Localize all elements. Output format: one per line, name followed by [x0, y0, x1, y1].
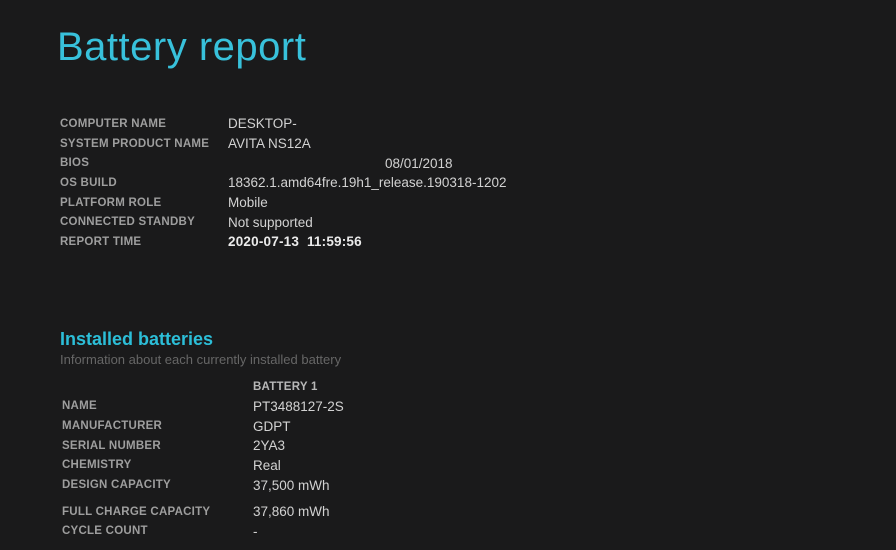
info-value: AVITA NS12A [228, 136, 311, 151]
info-row-computer-name: COMPUTER NAME DESKTOP- [60, 114, 896, 134]
info-value: - [253, 524, 258, 539]
battery-column-header: BATTERY 1 [62, 377, 896, 397]
info-value: 08/01/2018 [228, 156, 453, 171]
battery-row-cycle-count: CYCLE COUNT - [62, 522, 896, 542]
info-label: CONNECTED STANDBY [60, 216, 228, 228]
info-value: 18362.1.amd64fre.19h1_release.190318-120… [228, 175, 506, 190]
info-row-bios: BIOS 08/01/2018 [60, 153, 896, 173]
info-value: PT3488127-2S [253, 399, 344, 414]
info-label: CHEMISTRY [62, 459, 253, 471]
info-value: 37,500 mWh [253, 478, 330, 493]
info-label: FULL CHARGE CAPACITY [62, 506, 253, 518]
info-label: REPORT TIME [60, 236, 228, 248]
info-value: 2YA3 [253, 438, 285, 453]
info-value: 37,860 mWh [253, 504, 330, 519]
info-row-platform-role: PLATFORM ROLE Mobile [60, 193, 896, 213]
info-value: GDPT [253, 419, 291, 434]
report-time-value: 2020-07-13 11:59:56 [228, 234, 362, 249]
info-row-connected-standby: CONNECTED STANDBY Not supported [60, 212, 896, 232]
info-label: BIOS [60, 157, 228, 169]
info-value: DESKTOP- [228, 116, 297, 131]
battery-row-manufacturer: MANUFACTURER GDPT [62, 416, 896, 436]
info-label: MANUFACTURER [62, 420, 253, 432]
info-label: NAME [62, 400, 253, 412]
battery-row-chemistry: CHEMISTRY Real [62, 456, 896, 476]
info-label: SYSTEM PRODUCT NAME [60, 138, 228, 150]
info-label: COMPUTER NAME [60, 118, 228, 130]
battery-row-serial-number: SERIAL NUMBER 2YA3 [62, 436, 896, 456]
installed-batteries-table: BATTERY 1 NAME PT3488127-2S MANUFACTURER… [62, 377, 896, 542]
page-title: Battery report [57, 0, 896, 70]
system-info-table: COMPUTER NAME DESKTOP- SYSTEM PRODUCT NA… [60, 114, 896, 252]
battery-row-name: NAME PT3488127-2S [62, 397, 896, 417]
info-row-os-build: OS BUILD 18362.1.amd64fre.19h1_release.1… [60, 173, 896, 193]
installed-batteries-subtitle: Information about each currently install… [60, 352, 896, 367]
info-row-report-time: REPORT TIME 2020-07-13 11:59:56 [60, 232, 896, 252]
info-label: PLATFORM ROLE [60, 197, 228, 209]
info-value: Not supported [228, 215, 313, 230]
info-label: OS BUILD [60, 177, 228, 189]
battery-row-design-capacity: DESIGN CAPACITY 37,500 mWh [62, 475, 896, 495]
battery-report-page: Battery report COMPUTER NAME DESKTOP- SY… [0, 0, 896, 550]
info-row-system-product-name: SYSTEM PRODUCT NAME AVITA NS12A [60, 134, 896, 154]
info-value: Real [253, 458, 281, 473]
info-label: CYCLE COUNT [62, 525, 253, 537]
battery-row-full-charge-capacity: FULL CHARGE CAPACITY 37,860 mWh [62, 502, 896, 522]
installed-batteries-heading: Installed batteries [60, 328, 896, 350]
info-label: DESIGN CAPACITY [62, 479, 253, 491]
info-value: Mobile [228, 195, 268, 210]
info-label: SERIAL NUMBER [62, 440, 253, 452]
